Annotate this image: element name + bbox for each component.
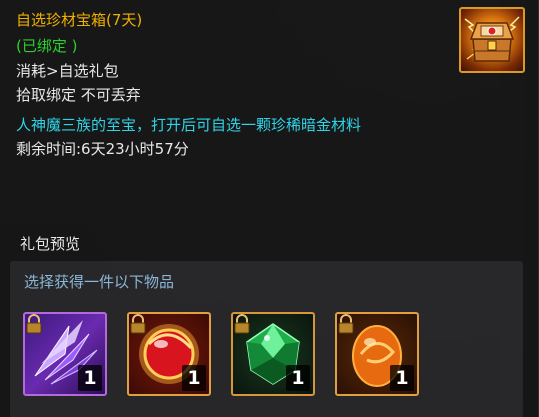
gift-preview-label: 礼包预览 [20,235,81,253]
item-quantity: 1 [286,365,310,391]
item-description: 人神魔三族的至宝，打开后可自选一颗珍稀暗金材料 [16,116,362,134]
lock-icon [26,314,42,334]
time-remaining: 剩余时间:6天23小时57分 [16,140,189,158]
item-title: 自选珍材宝箱(7天) [16,11,143,29]
reward-slot-green-gem[interactable]: 1 [231,312,315,396]
golden-treasure-chest-icon [459,7,525,73]
item-quantity: 1 [78,365,102,391]
pickup-rule: 拾取绑定 不可丢弃 [16,86,141,104]
reward-slot-orange-orb[interactable]: 1 [335,312,419,396]
lock-icon [338,314,354,334]
consume-type: 消耗>自选礼包 [16,62,119,80]
item-tooltip: 自选珍材宝箱(7天) (已绑定 ) 消耗>自选礼包 拾取绑定 不可丢弃 人神魔三… [0,0,539,417]
bound-status: (已绑定 ) [16,37,78,55]
choose-one-text: 选择获得一件以下物品 [24,273,175,291]
item-quantity: 1 [182,365,206,391]
reward-slot-purple-crystal[interactable]: 1 [23,312,107,396]
reward-slot-red-orb[interactable]: 1 [127,312,211,396]
item-quantity: 1 [390,365,414,391]
lock-icon [130,314,146,334]
lock-icon [234,314,250,334]
